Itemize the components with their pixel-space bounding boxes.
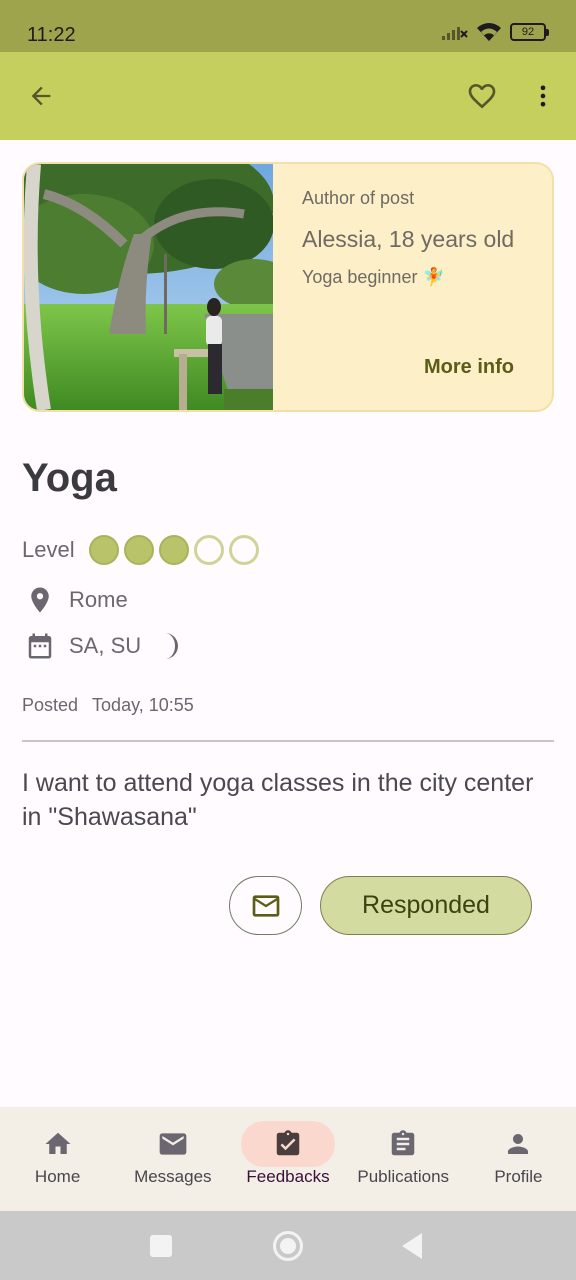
author-description: Yoga beginner 🧚 (302, 267, 445, 287)
author-card: Author of post Alessia, 18 years old Yog… (22, 162, 554, 412)
posted-label: Posted (22, 695, 79, 715)
signal-icon (442, 27, 468, 40)
system-nav-bar (0, 1211, 576, 1280)
battery-level: 92 (521, 26, 535, 38)
location-text: Rome (69, 587, 128, 612)
nav-label-publications: Publications (357, 1167, 450, 1186)
home-system-button[interactable] (273, 1231, 303, 1261)
level-dot-filled (88, 535, 119, 565)
arrow-back-icon (31, 86, 51, 106)
level-dots (88, 535, 264, 565)
recents-button[interactable] (150, 1235, 172, 1257)
level-dot-filled (158, 535, 189, 565)
nav-label-profile: Profile (494, 1167, 543, 1186)
author-name: Alessia, 18 years old (302, 226, 515, 252)
bottom-nav: Home Messages Feedbacks Publications Pro… (0, 1107, 576, 1211)
author-photo (24, 164, 273, 410)
level-dot-filled (123, 535, 154, 565)
person-icon (508, 1134, 529, 1154)
level-label: Level (22, 537, 75, 562)
location-row: Rome (24, 584, 128, 616)
clipboard-list-icon (391, 1130, 415, 1156)
post-title: Yoga (22, 456, 117, 500)
more-info-button[interactable]: More info (424, 356, 514, 379)
nav-item-home[interactable]: Home (0, 1107, 115, 1211)
wifi-icon (477, 23, 501, 41)
author-label: Author of post (302, 188, 415, 208)
post-description: I want to attend yoga classes in the cit… (22, 769, 534, 831)
message-button[interactable] (229, 876, 302, 935)
status-time: 11:22 (27, 24, 76, 46)
posted-time: Today, 10:55 (92, 695, 194, 715)
days-text: SA, SU (69, 633, 142, 658)
nav-label-feedbacks: Feedbacks (246, 1167, 330, 1186)
nav-item-messages[interactable]: Messages (115, 1107, 230, 1211)
responded-button[interactable]: Responded (320, 876, 532, 935)
home-icon (45, 1132, 71, 1154)
mail-icon (159, 1133, 187, 1155)
moon-icon (159, 631, 185, 661)
more-vert-icon (540, 85, 546, 107)
heart-outline-icon (468, 84, 496, 109)
nav-label-home: Home (34, 1167, 81, 1186)
back-system-button[interactable] (402, 1233, 422, 1259)
level-dot-empty (228, 535, 259, 565)
location-pin-icon (24, 584, 56, 616)
status-bar: 11:22 92 (0, 0, 576, 52)
status-icons: 92 (440, 22, 549, 42)
calendar-icon (24, 630, 56, 662)
nav-item-profile[interactable]: Profile (461, 1107, 576, 1211)
more-options-button[interactable] (521, 74, 565, 118)
nav-item-feedbacks[interactable]: Feedbacks (230, 1107, 345, 1211)
clipboard-check-icon (276, 1130, 300, 1156)
app-bar (0, 52, 576, 140)
level-dot-empty (193, 535, 224, 565)
mail-outline-icon (252, 894, 279, 917)
favorite-button[interactable] (460, 74, 504, 118)
back-button[interactable] (19, 74, 63, 118)
posted-info: Posted Today, 10:55 (22, 695, 208, 716)
divider (22, 740, 554, 742)
nav-label-messages: Messages (134, 1167, 212, 1186)
level-indicator: Level (22, 535, 264, 565)
schedule-row: SA, SU (24, 630, 185, 662)
battery-icon: 92 (510, 23, 549, 41)
nav-item-publications[interactable]: Publications (346, 1107, 461, 1211)
